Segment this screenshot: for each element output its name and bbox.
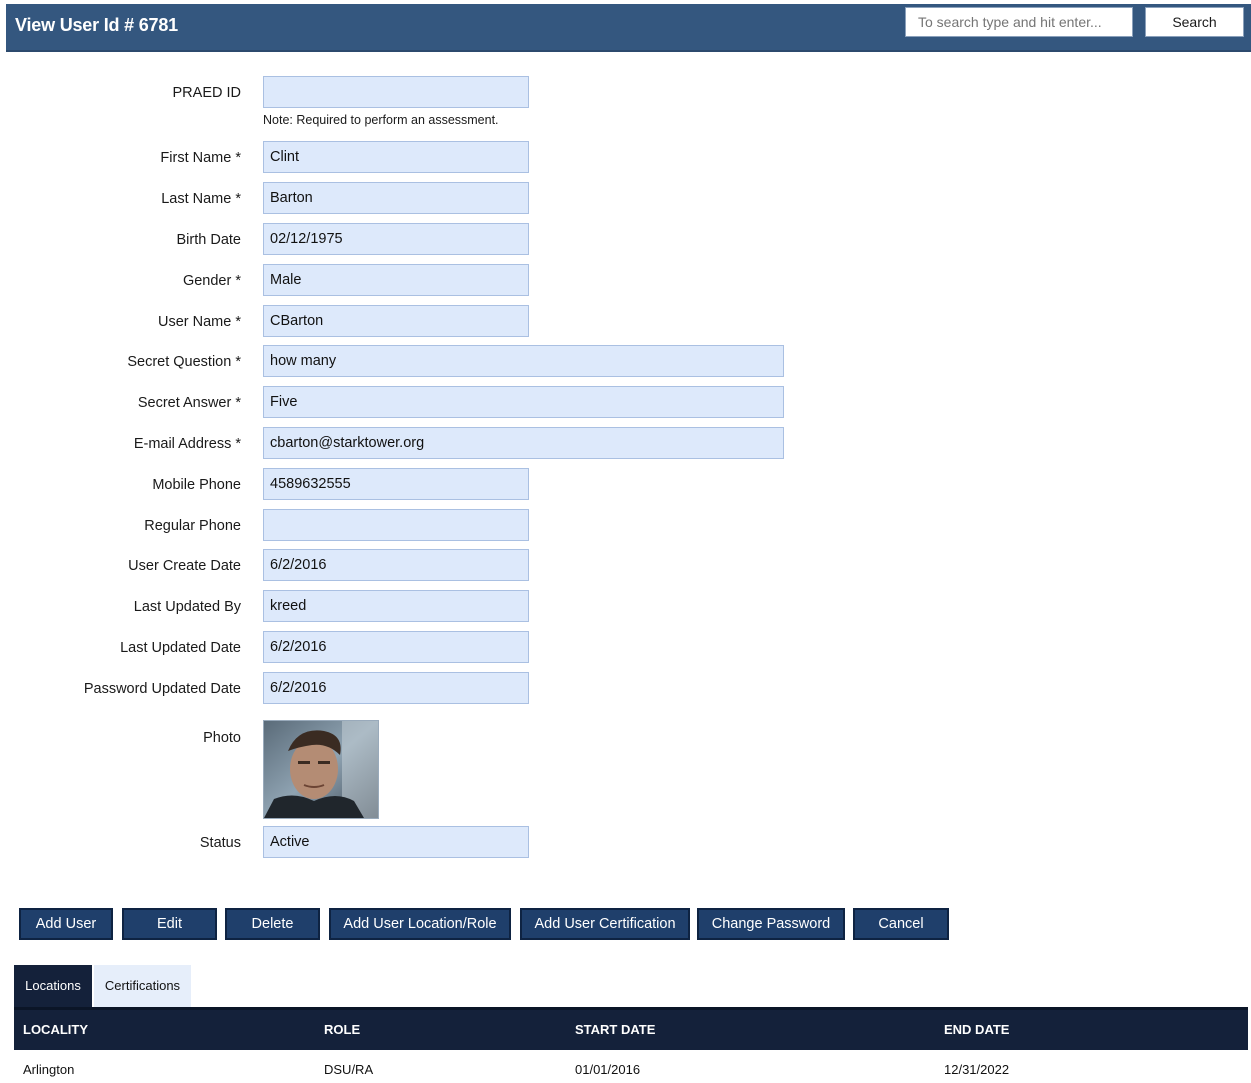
praed-id-note: Note: Required to perform an assessment.	[263, 113, 499, 127]
user-create-date-label: User Create Date	[128, 558, 241, 574]
table-header: LOCALITY ROLE START DATE END DATE	[14, 1007, 1248, 1050]
email-label: E-mail Address *	[133, 436, 241, 452]
email-field[interactable]: cbarton@starktower.org	[263, 427, 784, 459]
user-name-field[interactable]: CBarton	[263, 305, 529, 337]
user-create-date-field[interactable]: 6/2/2016	[263, 549, 529, 581]
secret-question-label: Secret Question *	[127, 354, 241, 370]
cell-end-date: 12/31/2022	[944, 1062, 1010, 1077]
photo-label: Photo	[203, 730, 241, 746]
birth-date-field[interactable]: 02/12/1975	[263, 223, 529, 255]
praed-id-field[interactable]	[263, 76, 529, 108]
last-updated-date-label: Last Updated Date	[120, 640, 241, 656]
praed-id-label: PRAED ID	[172, 85, 242, 101]
secret-answer-label: Secret Answer *	[137, 395, 241, 411]
first-name-label: First Name *	[160, 150, 241, 166]
cell-role: DSU/RA	[324, 1062, 374, 1077]
cell-start-date: 01/01/2016	[575, 1062, 641, 1077]
search-button[interactable]: Search	[1145, 7, 1244, 37]
last-name-label: Last Name *	[161, 191, 241, 207]
gender-field[interactable]: Male	[263, 264, 529, 296]
edit-button[interactable]: Edit	[122, 908, 217, 940]
password-updated-date-field[interactable]: 6/2/2016	[263, 672, 529, 704]
cancel-button[interactable]: Cancel	[853, 908, 949, 940]
column-start-date[interactable]: START DATE	[575, 1022, 655, 1037]
mobile-phone-label: Mobile Phone	[152, 477, 241, 493]
page-title: View User Id # 6781	[15, 15, 178, 35]
password-updated-date-label: Password Updated Date	[83, 681, 241, 697]
search-input[interactable]	[905, 7, 1133, 37]
birth-date-label: Birth Date	[176, 232, 241, 248]
status-label: Status	[199, 835, 241, 851]
delete-button[interactable]: Delete	[225, 908, 320, 940]
secret-question-field[interactable]: how many	[263, 345, 784, 377]
column-role[interactable]: ROLE	[324, 1022, 360, 1037]
mobile-phone-field[interactable]: 4589632555	[263, 468, 529, 500]
column-end-date[interactable]: END DATE	[944, 1022, 1009, 1037]
user-photo	[263, 720, 379, 819]
secret-answer-field[interactable]: Five	[263, 386, 784, 418]
regular-phone-field[interactable]	[263, 509, 529, 541]
last-updated-date-field[interactable]: 6/2/2016	[263, 631, 529, 663]
tab-locations[interactable]: Locations	[14, 965, 92, 1007]
add-user-certification-button[interactable]: Add User Certification	[520, 908, 690, 940]
tab-certifications[interactable]: Certifications	[94, 965, 191, 1007]
gender-label: Gender *	[182, 273, 241, 289]
last-updated-by-field[interactable]: kreed	[263, 590, 529, 622]
user-name-label: User Name *	[158, 314, 241, 330]
column-locality[interactable]: LOCALITY	[23, 1022, 88, 1037]
first-name-field[interactable]: Clint	[263, 141, 529, 173]
add-user-button[interactable]: Add User	[19, 908, 113, 940]
regular-phone-label: Regular Phone	[144, 518, 241, 534]
change-password-button[interactable]: Change Password	[697, 908, 845, 940]
status-field[interactable]: Active	[263, 826, 529, 858]
add-user-location-role-button[interactable]: Add User Location/Role	[329, 908, 511, 940]
last-name-field[interactable]: Barton	[263, 182, 529, 214]
cell-locality: Arlington	[23, 1062, 75, 1077]
last-updated-by-label: Last Updated By	[133, 599, 241, 615]
